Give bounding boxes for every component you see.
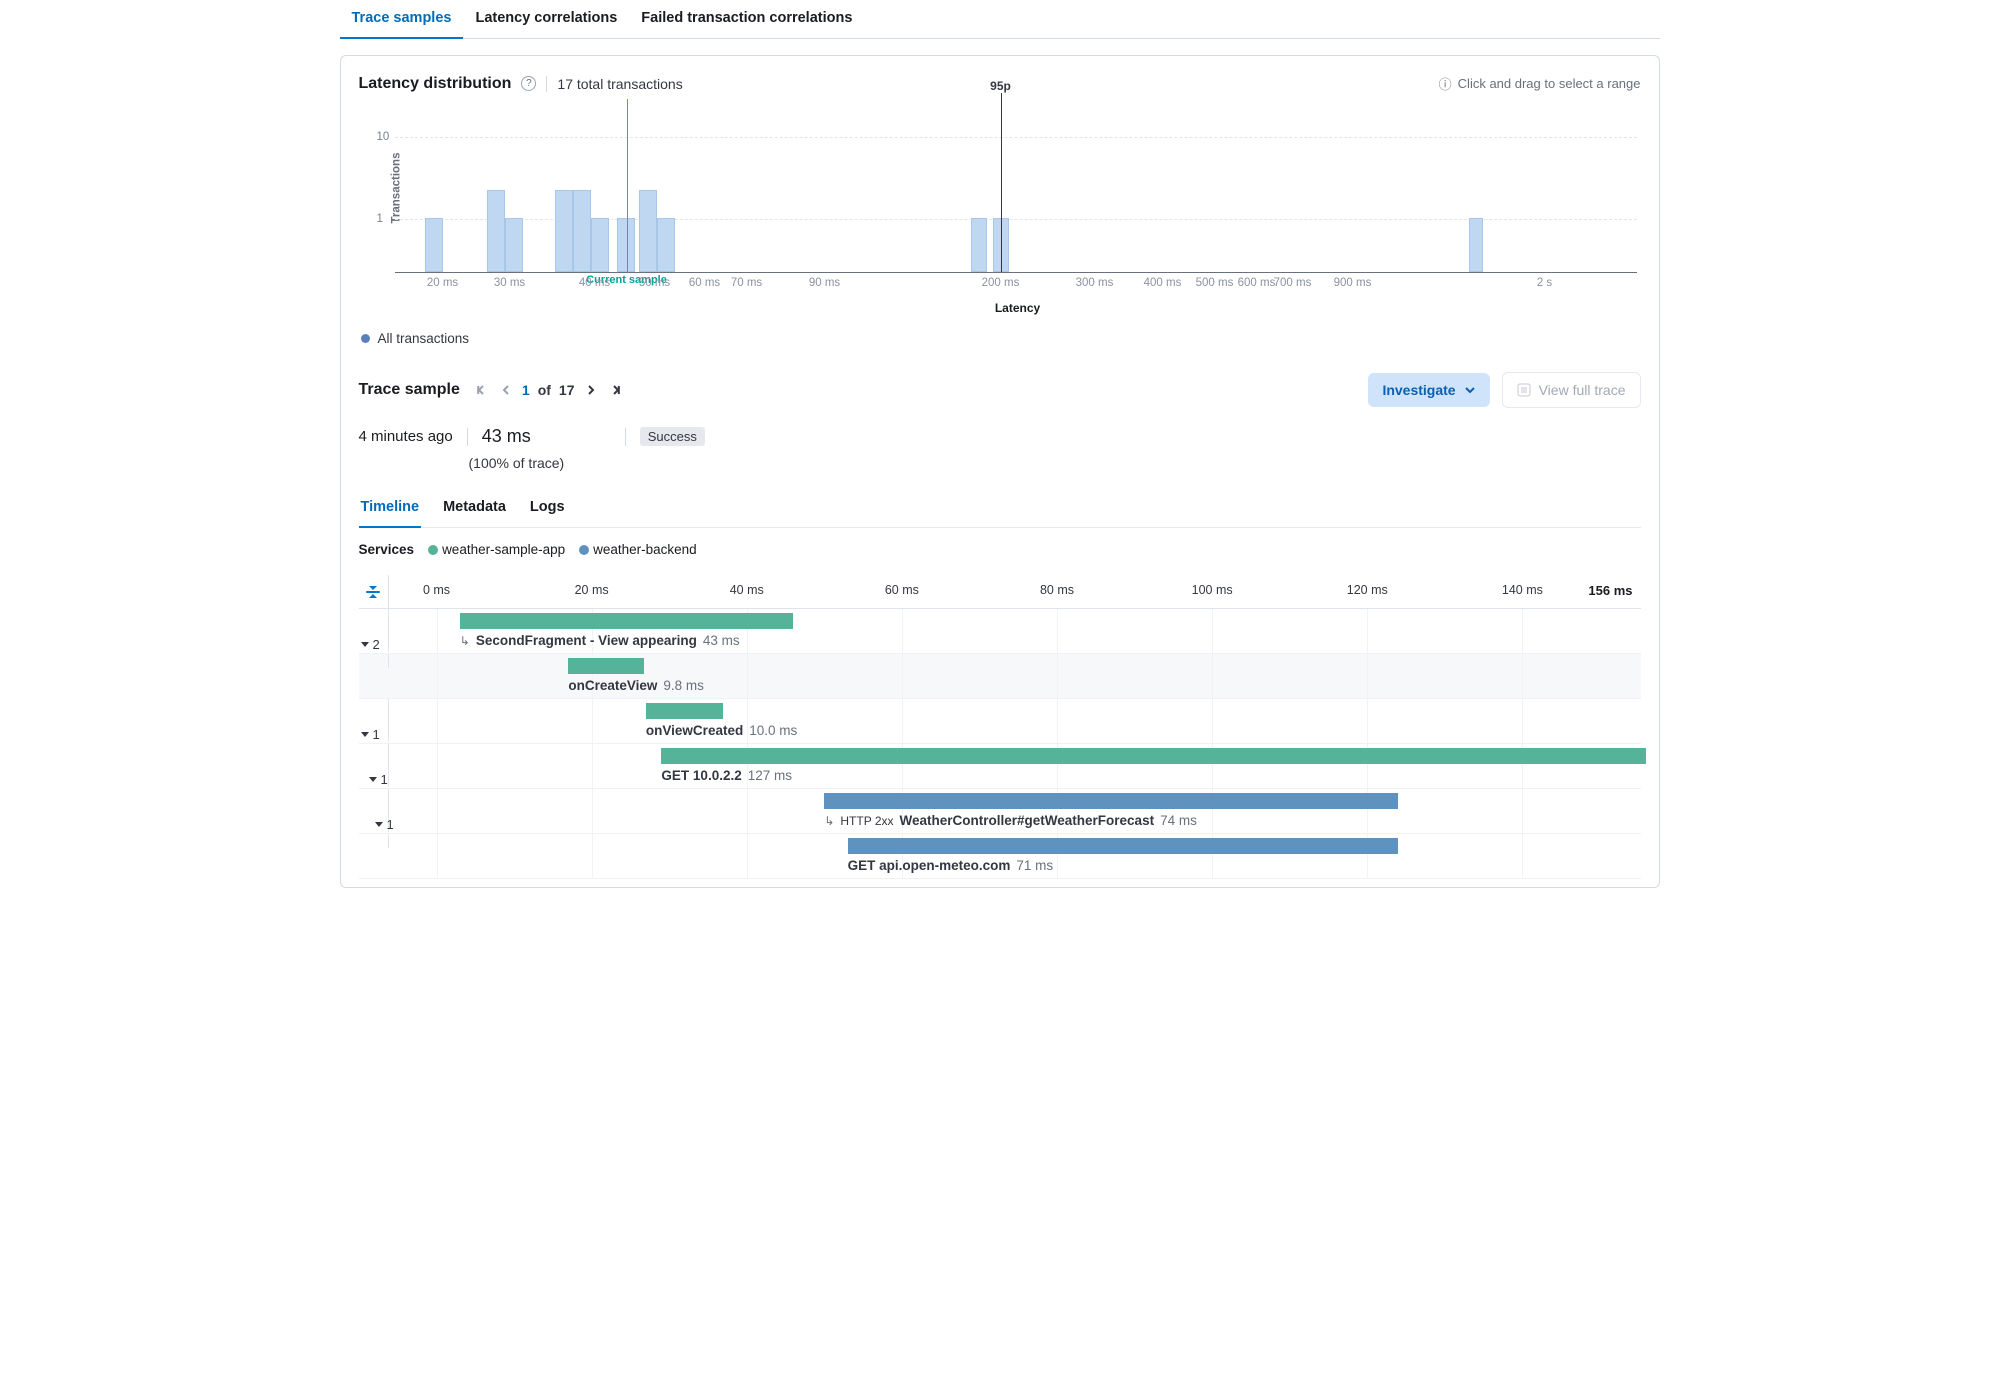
hist-bar[interactable] [505,218,523,272]
help-icon[interactable]: ? [521,76,536,91]
timeline-tick: 100 ms [1192,583,1233,597]
span-bar[interactable] [661,748,1646,764]
pager-first[interactable] [474,382,490,398]
timeline-tick: 0 ms [423,583,450,597]
legend: All transactions [361,331,1641,346]
span-bar[interactable] [824,793,1398,809]
pct-of-trace: (100% of trace) [469,455,1641,471]
timeline-tick: 120 ms [1347,583,1388,597]
span-bar[interactable] [646,703,724,719]
hist-bar[interactable] [555,190,573,272]
span-bar[interactable] [848,838,1399,854]
main-panel: Latency distribution ? 17 total transact… [340,55,1660,888]
range-hint: ⓘ Click and drag to select a range [1439,74,1641,93]
investigate-button[interactable]: Investigate [1368,373,1489,407]
row-toggle[interactable]: 2 [359,623,380,652]
hist-bar[interactable] [639,190,657,272]
span-label[interactable]: ↳HTTP 2xxWeatherController#getWeatherFor… [824,813,1197,828]
span-bar[interactable] [460,613,794,629]
hist-bar[interactable] [591,218,609,272]
row-toggle[interactable]: 1 [359,713,380,742]
span-label[interactable]: onCreateView9.8 ms [568,678,704,693]
hist-bar[interactable] [573,190,591,272]
service-2[interactable]: weather-backend [593,542,697,557]
service-1[interactable]: weather-sample-app [442,542,565,557]
view-full-trace-button[interactable]: View full trace [1502,372,1641,408]
hist-bar[interactable] [487,190,505,272]
pager-next[interactable] [583,382,599,398]
trace-age: 4 minutes ago [359,428,453,445]
tab-failed-correlations[interactable]: Failed transaction correlations [629,0,864,38]
timeline: 156 ms 0 ms 20 ms 40 ms 60 ms 80 ms 100 ms 120… [359,575,1641,879]
row-toggle[interactable]: 1 [359,758,388,787]
tab-latency-correlations[interactable]: Latency correlations [463,0,629,38]
timeline-tick: 40 ms [730,583,764,597]
pager-current: 1 [522,382,530,398]
timeline-tick: 140 ms [1502,583,1543,597]
trace-duration: 43 ms [482,426,531,447]
span-bar[interactable] [568,658,644,674]
p95-label: 95p [990,79,1011,93]
pager-last[interactable] [607,382,623,398]
services-legend: Services weather-sample-app weather-back… [359,542,1641,557]
hist-bar[interactable] [617,218,635,272]
latency-dist-title: Latency distribution [359,75,512,93]
info-icon: ⓘ [1439,74,1452,93]
tab-trace-samples[interactable]: Trace samples [340,0,464,38]
subtab-metadata[interactable]: Metadata [441,491,508,527]
hist-bar[interactable] [1469,218,1483,272]
hist-bar[interactable] [971,218,987,272]
incoming-icon: ↳ [824,814,834,828]
span-label[interactable]: GET 10.0.2.2127 ms [661,768,792,783]
latency-dist-count: 17 total transactions [557,76,682,92]
latency-histogram[interactable]: Transactions 10 1 Current sample [395,103,1637,273]
timeline-end: 156 ms [1588,583,1632,598]
current-sample-marker [627,99,628,272]
trace-sample-title: Trace sample [359,381,460,399]
subtab-timeline[interactable]: Timeline [359,491,422,527]
timeline-tick: 60 ms [885,583,919,597]
timeline-tick: 20 ms [575,583,609,597]
incoming-icon: ↳ [460,634,470,648]
pager: 1 of 17 [474,382,623,398]
top-tabs: Trace samples Latency correlations Faile… [340,0,1660,39]
x-ticks: 20 ms 30 ms 40 ms 50 ms 60 ms 70 ms 90 m… [395,277,1641,295]
span-label[interactable]: onViewCreated10.0 ms [646,723,797,738]
pager-prev[interactable] [498,382,514,398]
span-label[interactable]: ↳SecondFragment - View appearing43 ms [460,633,740,648]
hist-bar[interactable] [425,218,443,272]
timeline-tick: 80 ms [1040,583,1074,597]
hist-bar[interactable] [657,218,675,272]
p95-marker [1001,93,1002,272]
y-axis-label: Transactions [390,152,402,223]
subtab-logs[interactable]: Logs [528,491,567,527]
sub-tabs: Timeline Metadata Logs [359,491,1641,528]
chevron-down-icon [1464,384,1476,396]
pager-total: 17 [559,382,575,398]
span-label[interactable]: GET api.open-meteo.com71 ms [848,858,1054,873]
expand-collapse-control[interactable] [364,586,382,598]
x-axis-label: Latency [395,301,1641,315]
list-icon [1517,383,1531,397]
status-badge: Success [640,427,705,446]
